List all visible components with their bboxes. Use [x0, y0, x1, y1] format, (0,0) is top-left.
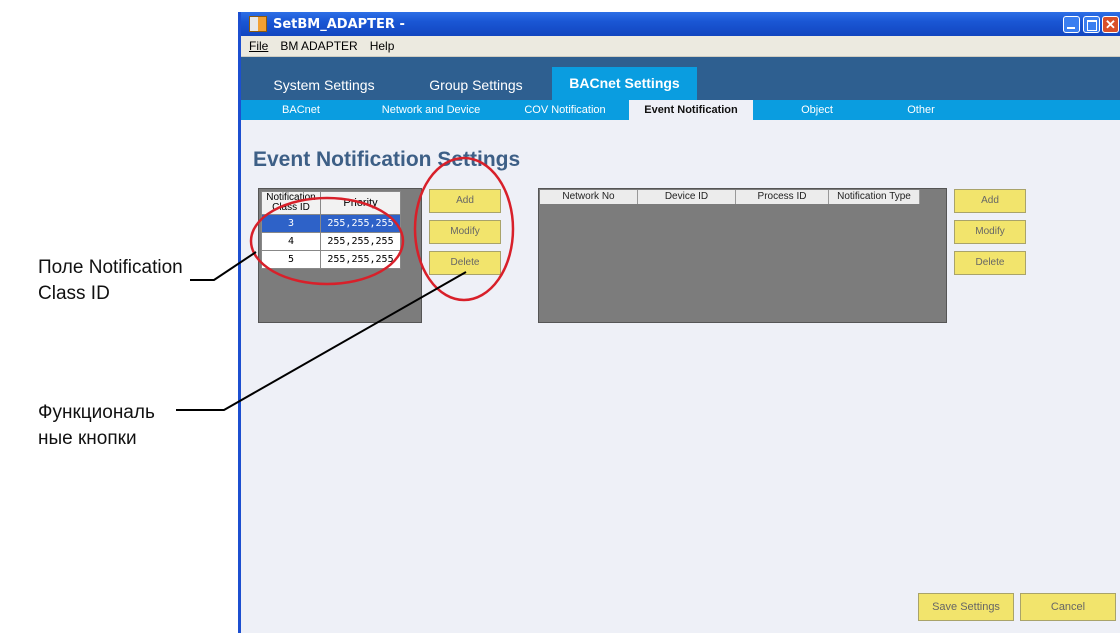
priority-cell: 255,255,255 [320, 232, 401, 251]
menu-file[interactable]: File [249, 39, 268, 53]
notification-class-table: Notification Class ID Priority 3 255,255… [261, 191, 401, 269]
tab-system-settings[interactable]: System Settings [259, 71, 389, 100]
page-title: Event Notification Settings [253, 148, 521, 171]
maximize-icon[interactable] [1083, 16, 1100, 33]
app-icon [249, 16, 267, 32]
minimize-icon[interactable] [1063, 16, 1080, 33]
table-header-row: Notification Class ID Priority [261, 191, 401, 215]
annotation-line-1: Функциональ [38, 402, 155, 423]
table-row[interactable]: 3 255,255,255 [261, 214, 401, 233]
class-id-cell: 5 [261, 250, 321, 269]
column-header-network-no: Network No [540, 190, 638, 204]
annotation-notification-class-id: Поле Notification Class ID [38, 255, 183, 307]
annotation-line-2: Class ID [38, 283, 110, 304]
window-title: SetBM_ADAPTER - [273, 16, 405, 32]
column-header-priority: Priority [320, 191, 401, 215]
event-delete-button[interactable]: Delete [954, 251, 1026, 275]
class-id-cell: 4 [261, 232, 321, 251]
tab-group-settings[interactable]: Group Settings [411, 71, 541, 100]
class-id-cell: 3 [261, 214, 321, 233]
column-header-process-id: Process ID [736, 190, 829, 204]
add-button[interactable]: Add [429, 189, 501, 213]
event-add-button[interactable]: Add [954, 189, 1026, 213]
column-header-notification-type: Notification Type [829, 190, 920, 204]
menu-help[interactable]: Help [370, 39, 395, 53]
cancel-button[interactable]: Cancel [1020, 593, 1116, 621]
annotation-line-2: ные кнопки [38, 428, 137, 449]
subtab-bacnet[interactable]: BACnet [241, 100, 361, 120]
title-bar: SetBM_ADAPTER - ✕ [241, 12, 1120, 36]
annotation-function-buttons: Функциональ ные кнопки [38, 400, 155, 452]
subtab-object[interactable]: Object [767, 100, 867, 120]
subtab-network-and-device[interactable]: Network and Device [371, 100, 491, 120]
menu-bar: File BM ADAPTER Help [241, 36, 1120, 57]
table-row[interactable]: 4 255,255,255 [261, 232, 401, 251]
event-modify-button[interactable]: Modify [954, 220, 1026, 244]
column-header-class-id: Notification Class ID [261, 191, 321, 215]
app-window: SetBM_ADAPTER - ✕ File BM ADAPTER Help S… [238, 12, 1120, 633]
subtab-event-notification[interactable]: Event Notification [629, 100, 753, 120]
priority-cell: 255,255,255 [320, 214, 401, 233]
priority-cell: 255,255,255 [320, 250, 401, 269]
delete-button[interactable]: Delete [429, 251, 501, 275]
tab-bacnet-settings[interactable]: BACnet Settings [552, 67, 697, 100]
save-settings-button[interactable]: Save Settings [918, 593, 1014, 621]
column-header-device-id: Device ID [638, 190, 736, 204]
menu-bm-adapter[interactable]: BM ADAPTER [280, 39, 357, 53]
subtab-cov-notification[interactable]: COV Notification [505, 100, 625, 120]
event-table-header: Network No Device ID Process ID Notifica… [540, 190, 920, 204]
event-notification-panel: Network No Device ID Process ID Notifica… [538, 188, 947, 323]
subtab-other[interactable]: Other [871, 100, 971, 120]
close-icon[interactable]: ✕ [1102, 16, 1119, 33]
notification-class-panel: Notification Class ID Priority 3 255,255… [258, 188, 422, 323]
annotation-line-1: Поле Notification [38, 257, 183, 278]
table-row[interactable]: 5 255,255,255 [261, 250, 401, 269]
main-tab-bar: System Settings Group Settings BACnet Se… [241, 57, 1120, 100]
modify-button[interactable]: Modify [429, 220, 501, 244]
sub-tab-bar: BACnet Network and Device COV Notificati… [241, 100, 1120, 120]
